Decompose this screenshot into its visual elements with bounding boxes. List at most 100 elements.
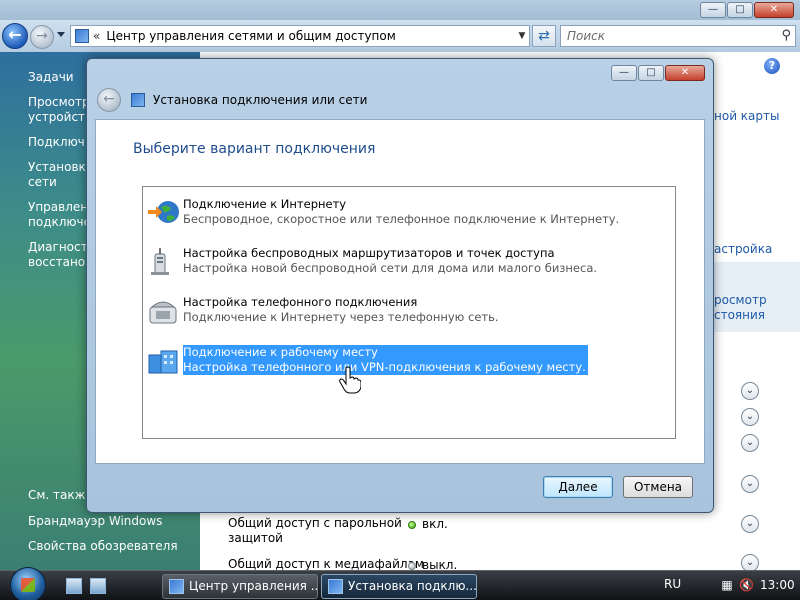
dialog-heading: Выберите вариант подключения xyxy=(133,141,376,157)
status-text: вкл. xyxy=(422,517,448,531)
view-full-map-link[interactable]: ной карты xyxy=(714,109,779,124)
language-indicator[interactable]: RU xyxy=(664,577,681,591)
switch-windows-icon[interactable] xyxy=(90,578,106,594)
volume-muted-icon[interactable]: 🔇 xyxy=(739,578,754,592)
dialog-header: ← Установка подключения или сети xyxy=(95,87,705,119)
sharing-media-status: выкл. xyxy=(408,558,457,570)
task-diagnose-repair[interactable]: Диагностика восстанов... xyxy=(28,240,90,270)
dialog-back-button[interactable]: ← xyxy=(97,88,121,112)
option-title: Подключение к Интернету xyxy=(183,197,347,211)
task-manage-connections[interactable]: Управлени подключе... xyxy=(28,200,90,230)
chevron-down-icon: ⌄ xyxy=(745,518,755,529)
recent-pages-dropdown[interactable] xyxy=(57,32,65,37)
chevron-down-icon[interactable]: ▼ xyxy=(515,31,529,41)
option-description: Настройка новой беспроводной сети для до… xyxy=(183,261,598,275)
chevron-down-icon: ⌄ xyxy=(745,557,755,568)
status-on-icon xyxy=(408,520,416,529)
sharing-media-label: Общий доступ к медиафайлам xyxy=(228,557,424,570)
setup-connection-dialog: — □ ✕ ← Установка подключения или сети В… xyxy=(86,58,714,513)
help-icon[interactable]: ? xyxy=(764,58,780,74)
refresh-icon: ⇄ xyxy=(538,28,550,44)
dialog-footer: Далее Отмена xyxy=(95,464,705,506)
clock[interactable]: 13:00 xyxy=(760,578,795,592)
status-off-icon xyxy=(408,561,416,570)
address-path[interactable]: Центр управления сетями и общим доступом xyxy=(106,29,515,43)
chevron-down-icon: ⌄ xyxy=(745,411,755,422)
maximize-button[interactable]: □ xyxy=(638,65,664,81)
breadcrumb-overflow[interactable]: « xyxy=(93,29,100,43)
network-center-icon xyxy=(75,29,89,43)
arrow-right-icon: → xyxy=(36,28,48,44)
view-status-line2: стояния xyxy=(714,308,766,322)
connection-options-list: Подключение к Интернету Беспроводное, ск… xyxy=(142,186,676,439)
chevron-down-icon: ⌄ xyxy=(745,437,755,448)
expand-button[interactable]: ⌄ xyxy=(741,554,759,570)
expand-button[interactable]: ⌄ xyxy=(741,475,759,493)
close-button[interactable]: ✕ xyxy=(754,2,794,18)
explorer-window-controls: — □ ✕ xyxy=(700,2,794,18)
taskbar: Центр управления ... Установка подклю...… xyxy=(0,567,800,600)
dialog-window-controls: — □ ✕ xyxy=(611,65,705,81)
arrow-left-icon: ← xyxy=(103,91,115,107)
network-setup-icon xyxy=(131,93,145,107)
see-also-title: См. также xyxy=(28,488,93,502)
show-desktop-icon[interactable] xyxy=(66,578,82,594)
expand-button[interactable]: ⌄ xyxy=(741,515,759,533)
sharing-label-line2: защитой xyxy=(228,531,283,545)
task-connect[interactable]: Подключ... xyxy=(28,135,90,150)
minimize-button[interactable]: — xyxy=(611,65,637,81)
sharing-label-line1: Общий доступ с парольной xyxy=(228,516,402,530)
search-input[interactable]: Поиск ⚲ xyxy=(560,25,796,47)
minimize-button[interactable]: — xyxy=(700,2,726,18)
next-button[interactable]: Далее xyxy=(543,476,613,498)
address-toolbar: ← → « Центр управления сетями и общим до… xyxy=(0,20,800,52)
view-status-link[interactable]: росмотр стояния xyxy=(714,293,767,323)
taskbar-item-label: Центр управления ... xyxy=(189,579,318,593)
option-description: Беспроводное, скоростное или телефонное … xyxy=(183,212,620,226)
globe-icon xyxy=(148,201,179,223)
option-text: Подключение к рабочему месту Настройка т… xyxy=(183,345,588,375)
setup-link[interactable]: астройка xyxy=(714,242,772,257)
cancel-button[interactable]: Отмена xyxy=(623,476,693,498)
dialog-body: Выберите вариант подключения Подключение… xyxy=(95,119,705,464)
expand-button[interactable]: ⌄ xyxy=(741,382,759,400)
taskbar-item-network-center[interactable]: Центр управления ... xyxy=(162,574,318,599)
sharing-password-status: вкл. xyxy=(408,517,448,531)
chevron-down-icon: ⌄ xyxy=(745,385,755,396)
option-wireless-router[interactable]: Настройка беспроводных маршрутизаторов и… xyxy=(147,246,597,280)
sharing-password-label: Общий доступ с парольной защитой xyxy=(228,516,402,546)
close-button[interactable]: ✕ xyxy=(665,65,705,81)
router-icon xyxy=(151,248,169,275)
status-text: выкл. xyxy=(422,558,458,570)
workplace-icon xyxy=(148,350,178,374)
forward-button[interactable]: → xyxy=(30,25,54,49)
tasks-title: Задачи xyxy=(28,70,74,84)
hand-cursor-icon xyxy=(339,366,361,394)
refresh-button[interactable]: ⇄ xyxy=(532,25,556,47)
see-also-internet-options[interactable]: Свойства обозревателя xyxy=(28,539,178,553)
expand-button[interactable]: ⌄ xyxy=(741,434,759,452)
network-setup-icon xyxy=(328,579,343,594)
option-text: Настройка беспроводных маршрутизаторов и… xyxy=(183,246,597,276)
option-title: Настройка беспроводных маршрутизаторов и… xyxy=(183,246,555,260)
dialog-title: Установка подключения или сети xyxy=(153,93,368,107)
option-title: Подключение к рабочему месту xyxy=(183,345,378,359)
option-description: Подключение к Интернету через телефонную… xyxy=(183,310,499,324)
task-setup-network[interactable]: Установка сети xyxy=(28,160,90,190)
see-also-firewall[interactable]: Брандмауэр Windows xyxy=(28,514,162,528)
maximize-button[interactable]: □ xyxy=(727,2,753,18)
option-dialup[interactable]: Настройка телефонного подключения Подклю… xyxy=(147,295,557,329)
start-button[interactable] xyxy=(10,567,46,600)
chevron-down-icon: ⌄ xyxy=(745,478,755,489)
option-internet[interactable]: Подключение к Интернету Беспроводное, ск… xyxy=(147,197,619,231)
task-view-devices[interactable]: Просмотр устройств xyxy=(28,95,90,125)
expand-button[interactable]: ⌄ xyxy=(741,408,759,426)
search-icon[interactable]: ⚲ xyxy=(781,28,791,43)
back-button[interactable]: ← xyxy=(2,23,28,49)
network-tray-icon[interactable]: ▦ xyxy=(720,578,734,592)
address-bar[interactable]: « Центр управления сетями и общим доступ… xyxy=(70,25,530,47)
network-center-icon xyxy=(169,579,184,594)
option-text: Подключение к Интернету Беспроводное, ск… xyxy=(183,197,619,227)
taskbar-item-setup-connection[interactable]: Установка подклю... xyxy=(321,574,477,599)
view-status-line1: росмотр xyxy=(714,293,767,307)
